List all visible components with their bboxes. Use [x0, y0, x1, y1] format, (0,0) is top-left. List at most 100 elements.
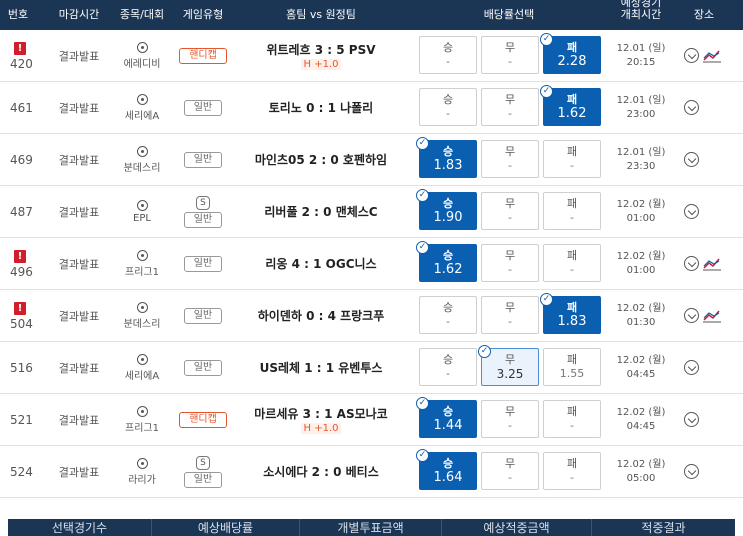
odd-label: 패 — [566, 457, 578, 470]
odd-draw-button[interactable]: 무- — [481, 192, 539, 230]
odd-win-button[interactable]: ✓ 승 1.83 — [416, 137, 477, 178]
odd-lose-button[interactable]: 패- — [543, 452, 601, 490]
map-pin-icon[interactable] — [684, 48, 699, 63]
odd-label: 패 — [566, 405, 578, 418]
soccer-ball-icon — [136, 145, 148, 157]
col-odds-header: 배당률선택 — [483, 8, 535, 21]
map-pin-icon[interactable] — [684, 308, 699, 323]
result-status: 결과발표 — [58, 153, 100, 167]
row-number-text: 461 — [10, 100, 33, 115]
check-circle-icon: ✓ — [478, 345, 491, 358]
match-score: 리옹 4 : 1 OGC니스 — [265, 257, 377, 271]
match-date: 12.02 (월) — [616, 406, 666, 418]
odd-label: 무 — [504, 93, 516, 106]
odd-draw-button[interactable]: 무- — [481, 88, 539, 126]
table-row: 521 결과발표 프리그1 핸디캡 마르세유 3 : 1 AS모나코 H +1.0 ✓ 승 1.… — [0, 394, 743, 446]
sport-league: 세리에A — [110, 342, 174, 393]
map-pin-icon[interactable] — [684, 256, 699, 271]
odd-lose-button[interactable]: ✓ 패 1.62 — [540, 85, 601, 126]
match-score: 마인츠05 2 : 0 호펜하임 — [254, 153, 388, 167]
alert-icon: ! — [14, 302, 26, 315]
odd-value: - — [446, 107, 450, 120]
trend-chart-icon[interactable] — [703, 49, 721, 63]
map-pin-icon[interactable] — [684, 204, 699, 219]
odd-value: - — [508, 211, 512, 224]
col-type-header: 게임유형 — [182, 8, 224, 21]
odd-draw-button[interactable]: 무- — [481, 296, 539, 334]
odd-win-button[interactable]: 승- — [419, 348, 477, 386]
odd-draw-button[interactable]: 무- — [481, 140, 539, 178]
odd-win-button[interactable]: 승- — [419, 296, 477, 334]
odd-lose-button[interactable]: ✓ 패 2.28 — [540, 33, 601, 74]
odd-lose-button[interactable]: 패- — [543, 192, 601, 230]
summary-count-label: 선택경기수 — [8, 519, 152, 536]
match-info: 리옹 4 : 1 OGC니스 — [232, 238, 410, 289]
map-pin-icon[interactable] — [684, 100, 699, 115]
odd-value: 1.62 — [557, 106, 587, 121]
table-row: ! 496 결과발표 프리그1 일반 리옹 4 : 1 OGC니스 ✓ 승 1.62 무 - 패 -12… — [0, 238, 743, 290]
odd-win-button[interactable]: ✓ 승 1.64 — [416, 449, 477, 490]
odd-value: 1.83 — [433, 158, 463, 173]
odd-draw-button[interactable]: 무- — [481, 36, 539, 74]
game-type: 일반 — [174, 290, 232, 341]
odd-lose-button[interactable]: 패- — [543, 244, 601, 282]
map-pin-icon[interactable] — [684, 152, 699, 167]
odd-value: - — [570, 159, 574, 172]
odd-label: 무 — [504, 145, 516, 158]
odd-value: 1.55 — [559, 367, 585, 380]
col-num-header: 번호 — [7, 8, 29, 21]
odd-value: - — [570, 211, 574, 224]
trend-chart-icon[interactable] — [703, 309, 721, 323]
table-row: ! 420 결과발표 에레디비 핸디캡 위트레흐 3 : 5 PSV H +1.0 승 - 무 - ✓… — [0, 30, 743, 82]
odd-value: - — [508, 107, 512, 120]
row-number: 521 — [0, 394, 48, 445]
soccer-ball-icon — [136, 41, 148, 53]
odd-label: 승 — [442, 405, 454, 418]
odd-draw-button[interactable]: 무- — [481, 452, 539, 490]
game-type: 일반 — [174, 134, 232, 185]
game-type-tag: 핸디캡 — [179, 411, 227, 428]
odd-lose-button[interactable]: ✓ 패 1.83 — [540, 293, 601, 334]
odd-lose-button[interactable]: 패- — [543, 140, 601, 178]
venue-cell — [684, 446, 743, 497]
odd-label: 승 — [442, 249, 454, 262]
map-pin-icon[interactable] — [684, 412, 699, 427]
game-type-tag: 일반 — [183, 99, 223, 116]
col-time-header-line2: 개최시간 — [620, 8, 662, 21]
check-circle-icon: ✓ — [416, 449, 429, 462]
odd-win-button[interactable]: 승- — [419, 88, 477, 126]
match-time: 12.02 (월) 01:30 — [608, 290, 674, 341]
match-clock: 01:30 — [626, 316, 656, 328]
odd-win-button[interactable]: ✓ 승 1.90 — [416, 189, 477, 230]
game-type: 핸디캡 — [174, 394, 232, 445]
row-number-text: 504 — [10, 316, 33, 331]
odd-draw-button[interactable]: ✓ 무 3.25 — [478, 345, 539, 386]
result-status: 결과발표 — [58, 309, 100, 323]
special-badge: S — [196, 195, 210, 210]
game-type: 일반 — [174, 82, 232, 133]
game-type-tag: 일반 — [183, 307, 223, 324]
odd-label: 무 — [504, 353, 516, 366]
odd-lose-button[interactable]: 패- — [543, 400, 601, 438]
odd-label: 승 — [442, 41, 454, 54]
summary-stake-label: 개별투표금액 — [300, 519, 442, 536]
map-pin-icon[interactable] — [684, 464, 699, 479]
odd-value: 1.44 — [433, 418, 463, 433]
soccer-ball-icon — [136, 93, 148, 105]
trend-chart-icon[interactable] — [703, 257, 721, 271]
map-pin-icon[interactable] — [684, 360, 699, 375]
odd-draw-button[interactable]: 무- — [481, 244, 539, 282]
table-row: ! 504 결과발표 분데스리 일반 하이덴하 0 : 4 프랑크푸 승 - 무 - ✓ 패 1.83 1… — [0, 290, 743, 342]
match-info: 위트레흐 3 : 5 PSV H +1.0 — [232, 30, 410, 81]
odd-draw-button[interactable]: 무- — [481, 400, 539, 438]
odd-win-button[interactable]: ✓ 승 1.44 — [416, 397, 477, 438]
odd-value: - — [508, 263, 512, 276]
odd-win-button[interactable]: 승- — [419, 36, 477, 74]
match-time: 12.02 (월) 01:00 — [608, 238, 674, 289]
odd-label: 승 — [442, 457, 454, 470]
odd-win-button[interactable]: ✓ 승 1.62 — [416, 241, 477, 282]
row-number-text: 521 — [10, 412, 33, 427]
odd-value: - — [570, 419, 574, 432]
odd-lose-button[interactable]: 패 1.55 — [543, 348, 601, 386]
league-name: 세리에A — [124, 370, 160, 382]
